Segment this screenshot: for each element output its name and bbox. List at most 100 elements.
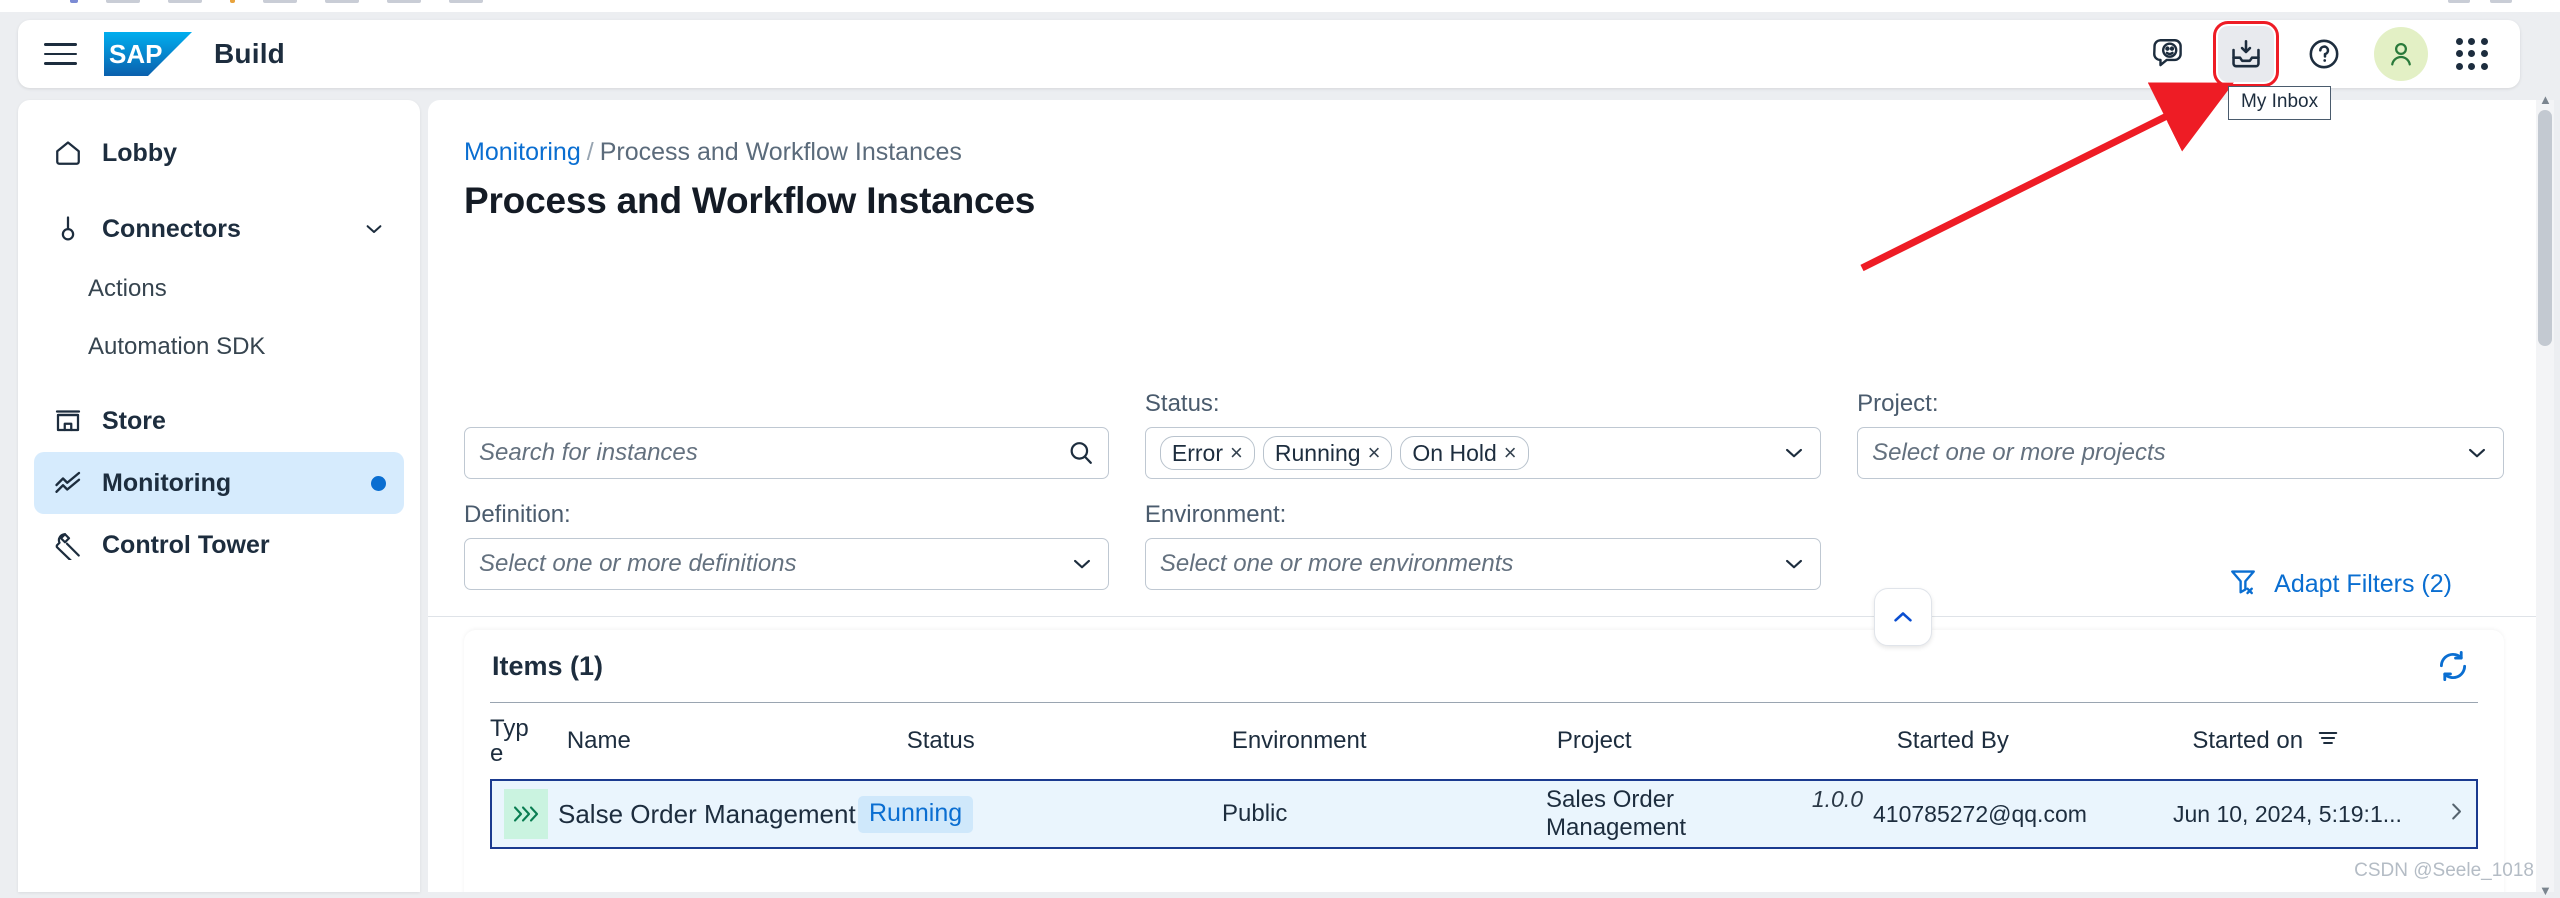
store-icon xyxy=(52,405,84,437)
main-content: Monitoring/ Process and Workflow Instance… xyxy=(428,100,2542,892)
table-column-headers: Typ e Name Status Environment Project St… xyxy=(464,703,2504,779)
status-chip-running-label: Running xyxy=(1275,440,1361,467)
sidebar: Lobby Connectors Actions Automation SDK xyxy=(18,100,420,892)
close-icon[interactable]: × xyxy=(1368,442,1381,464)
sidebar-item-control-tower[interactable]: Control Tower xyxy=(34,514,404,576)
cell-environment: Public xyxy=(1188,800,1518,828)
status-chips: Error × Running × On Hold × xyxy=(1160,436,1529,470)
status-select[interactable]: Error × Running × On Hold × xyxy=(1145,427,1821,479)
chevrons-right-icon xyxy=(504,789,548,839)
sidebar-label-automation-sdk: Automation SDK xyxy=(88,333,265,361)
sap-logo[interactable]: SAP xyxy=(104,32,192,76)
hamburger-menu-icon[interactable] xyxy=(44,37,84,71)
chevron-down-icon[interactable] xyxy=(1069,551,1095,577)
close-icon[interactable]: × xyxy=(1230,442,1243,464)
sidebar-item-automation-sdk[interactable]: Automation SDK xyxy=(34,318,404,376)
inbox-icon[interactable] xyxy=(2218,26,2274,82)
environment-select[interactable]: Select one or more environments xyxy=(1145,538,1821,590)
sidebar-label-store: Store xyxy=(102,407,386,436)
cell-project-version: 1.0.0 xyxy=(1812,786,1863,813)
status-chip-on-hold[interactable]: On Hold × xyxy=(1400,436,1528,470)
sidebar-label-monitoring: Monitoring xyxy=(102,469,353,498)
column-header-started-by[interactable]: Started By xyxy=(1897,727,2193,755)
nav-spacer-1 xyxy=(18,184,420,198)
scroll-up-icon[interactable]: ▲ xyxy=(2539,92,2552,107)
browser-tabs-sliver xyxy=(70,0,483,3)
column-header-environment[interactable]: Environment xyxy=(1232,727,1557,755)
adapt-filters-button[interactable]: Adapt Filters (2) xyxy=(2228,566,2452,603)
scrollbar-thumb[interactable] xyxy=(2538,110,2552,346)
filter-row-2: Definition: Select one or more definitio… xyxy=(464,501,2504,590)
chevron-down-icon[interactable] xyxy=(1781,551,1807,577)
header-actions: My Inbox xyxy=(2140,26,2494,82)
search-icon[interactable] xyxy=(1067,439,1095,467)
column-header-type-line1: Typ xyxy=(490,716,567,741)
sidebar-item-connectors[interactable]: Connectors xyxy=(34,198,404,260)
cell-started-on: Jun 10, 2024, 5:19:1... xyxy=(2163,801,2453,828)
environment-label: Environment: xyxy=(1145,501,1821,529)
cell-started-by: 410785272@qq.com xyxy=(1863,801,2163,828)
app-grid-icon[interactable] xyxy=(2450,32,2494,76)
chevron-down-icon[interactable] xyxy=(2464,440,2490,466)
items-count-title: Items (1) xyxy=(492,651,603,682)
search-input[interactable]: Search for instances xyxy=(464,427,1109,479)
sidebar-label-actions: Actions xyxy=(88,275,167,303)
page-scrollbar[interactable]: ▲ ▼ xyxy=(2536,100,2554,892)
project-select[interactable]: Select one or more projects xyxy=(1857,427,2504,479)
scroll-down-icon[interactable]: ▼ xyxy=(2539,883,2552,898)
filter-status-group: Status: Error × Running × On Hold xyxy=(1145,390,1821,479)
wrench-icon xyxy=(52,529,84,561)
table-row[interactable]: Salse Order Management Running Public Sa… xyxy=(490,779,2478,849)
connector-icon xyxy=(52,213,84,245)
user-avatar[interactable] xyxy=(2374,27,2428,81)
brand-title: Build xyxy=(214,38,285,70)
sort-icon[interactable] xyxy=(2315,725,2341,758)
breadcrumb-root[interactable]: Monitoring xyxy=(464,138,581,166)
browser-chrome-sliver xyxy=(0,0,2560,12)
inbox-tooltip: My Inbox xyxy=(2228,86,2331,120)
chevron-down-icon[interactable] xyxy=(362,217,386,241)
collapse-filters-button[interactable] xyxy=(1874,588,1932,646)
cell-project: Sales Order Management 1.0.0 xyxy=(1518,786,1863,842)
monitoring-icon xyxy=(52,467,84,499)
page-title: Process and Workflow Instances xyxy=(464,180,1035,222)
sidebar-item-lobby[interactable]: Lobby xyxy=(34,122,404,184)
sidebar-label-control-tower: Control Tower xyxy=(102,531,386,560)
filter-adapt-icon xyxy=(2228,566,2258,603)
filter-divider xyxy=(428,616,2542,617)
definition-placeholder: Select one or more definitions xyxy=(479,550,797,578)
items-table-header: Items (1) xyxy=(464,630,2504,702)
breadcrumb-separator: / xyxy=(587,138,594,166)
status-label: Status: xyxy=(1145,390,1821,418)
sidebar-item-actions[interactable]: Actions xyxy=(34,260,404,318)
status-chip-error[interactable]: Error × xyxy=(1160,436,1255,470)
watermark: CSDN @Seele_1018 xyxy=(2354,860,2534,882)
browser-toolbar-sliver xyxy=(2448,0,2512,3)
column-header-project[interactable]: Project xyxy=(1557,727,1897,755)
sidebar-item-monitoring[interactable]: Monitoring xyxy=(34,452,404,514)
chevron-down-icon[interactable] xyxy=(1781,440,1807,466)
column-header-started-on-label: Started on xyxy=(2192,727,2303,755)
close-icon[interactable]: × xyxy=(1504,442,1517,464)
feedback-icon[interactable] xyxy=(2140,26,2196,82)
sidebar-label-connectors: Connectors xyxy=(102,215,344,244)
column-header-name[interactable]: Name xyxy=(567,727,907,755)
items-table-card: Items (1) Typ e Name Status Environment … xyxy=(464,630,2504,892)
column-header-type[interactable]: Typ e xyxy=(490,716,567,766)
refresh-icon[interactable] xyxy=(2430,643,2476,689)
cell-name: Salse Order Management xyxy=(558,799,858,830)
definition-select[interactable]: Select one or more definitions xyxy=(464,538,1109,590)
column-header-started-on[interactable]: Started on xyxy=(2192,725,2478,758)
sidebar-item-store[interactable]: Store xyxy=(34,390,404,452)
definition-label: Definition: xyxy=(464,501,1109,529)
status-chip-on-hold-label: On Hold xyxy=(1412,440,1496,467)
column-header-status[interactable]: Status xyxy=(907,727,1232,755)
cell-status: Running xyxy=(858,796,1188,833)
home-icon xyxy=(52,137,84,169)
environment-placeholder: Select one or more environments xyxy=(1160,550,1514,578)
filter-project-group: Project: Select one or more projects xyxy=(1857,390,2504,479)
svg-text:SAP: SAP xyxy=(109,39,162,69)
row-navigate-icon[interactable] xyxy=(2444,800,2468,829)
help-icon[interactable] xyxy=(2296,26,2352,82)
status-chip-running[interactable]: Running × xyxy=(1263,436,1393,470)
